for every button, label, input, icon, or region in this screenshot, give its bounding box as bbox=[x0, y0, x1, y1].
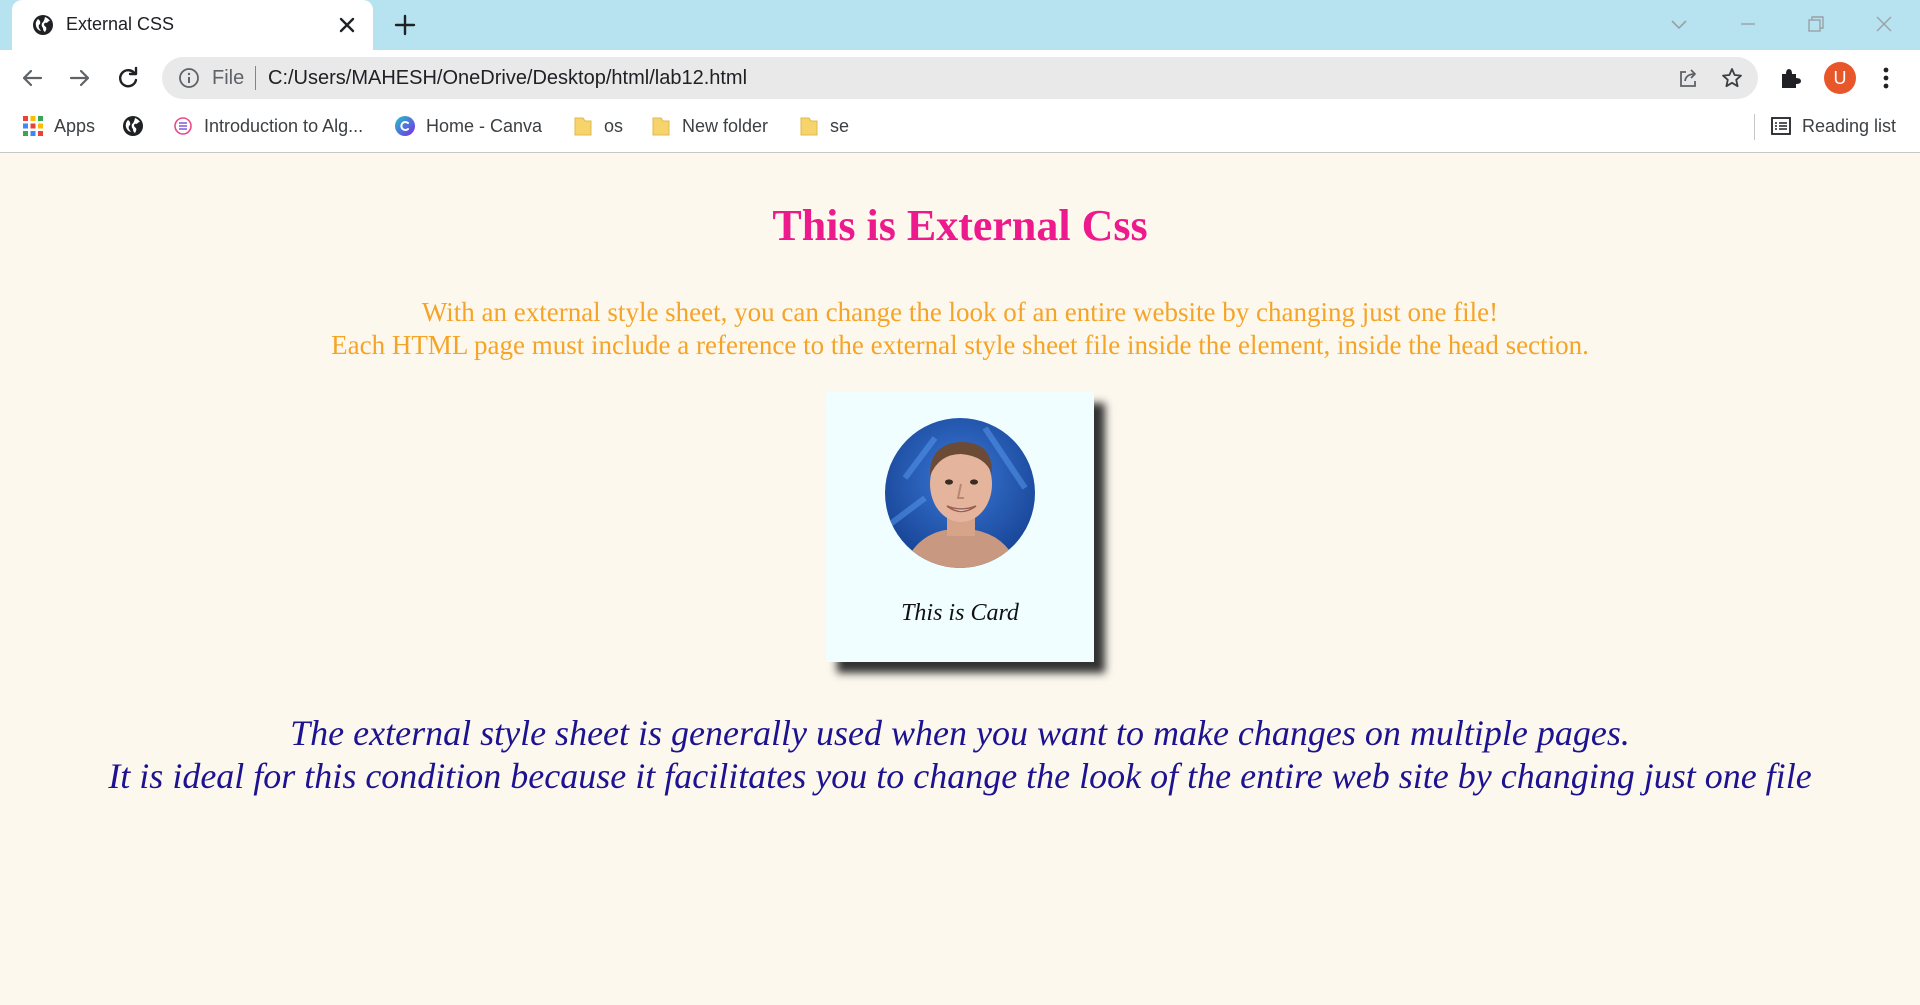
tab-strip: External CSS bbox=[0, 0, 1920, 52]
reading-list-icon bbox=[1771, 117, 1791, 135]
address-separator bbox=[255, 66, 256, 90]
bookmark-apps[interactable]: Apps bbox=[22, 106, 95, 146]
close-window-icon[interactable] bbox=[1872, 12, 1896, 36]
reading-list-button[interactable]: Reading list bbox=[1770, 106, 1896, 146]
url-text[interactable]: C:/Users/MAHESH/OneDrive/Desktop/html/la… bbox=[268, 67, 747, 90]
close-icon[interactable] bbox=[335, 13, 359, 37]
bookmarks-bar: Apps Introduction to Alg... Home - Canva… bbox=[0, 106, 1920, 153]
restore-icon[interactable] bbox=[1804, 12, 1828, 36]
profile-avatar[interactable]: U bbox=[1824, 62, 1856, 94]
bookmark-globe[interactable] bbox=[122, 106, 144, 146]
new-tab-icon[interactable] bbox=[392, 12, 418, 38]
extensions-icon[interactable] bbox=[1776, 64, 1804, 92]
card-profile-photo bbox=[885, 418, 1035, 568]
folder-icon bbox=[652, 117, 670, 136]
card-caption: This is Card bbox=[901, 600, 1019, 626]
minimize-icon[interactable] bbox=[1736, 12, 1760, 36]
info-icon[interactable] bbox=[178, 67, 200, 89]
bookmark-folder-se[interactable]: se bbox=[798, 106, 849, 146]
bookmark-label: New folder bbox=[682, 115, 769, 136]
bookmark-label: Apps bbox=[54, 115, 96, 136]
apps-grid-icon bbox=[23, 116, 43, 136]
bookmark-label: Introduction to Alg... bbox=[204, 115, 364, 136]
closing-note: The external style sheet is generally us… bbox=[0, 712, 1920, 798]
bookmark-folder-os[interactable]: os bbox=[572, 106, 623, 146]
back-icon[interactable] bbox=[18, 64, 46, 92]
bookmark-label: os bbox=[604, 115, 624, 136]
tab-external-css[interactable]: External CSS bbox=[12, 0, 373, 52]
intro-line-1: With an external style sheet, you can ch… bbox=[421, 297, 1499, 327]
scheme-label: File bbox=[212, 67, 245, 89]
bookmark-introduction-to-alg[interactable]: Introduction to Alg... bbox=[172, 106, 363, 146]
page-viewport: This is External Css With an external st… bbox=[0, 154, 1920, 1005]
reading-list-label: Reading list bbox=[1802, 115, 1897, 136]
bookmark-label: Home - Canva bbox=[426, 115, 543, 136]
profile-portrait-image bbox=[885, 418, 1035, 568]
share-icon[interactable] bbox=[1676, 66, 1700, 90]
profile-card: This is Card bbox=[826, 392, 1094, 662]
more-menu-icon[interactable] bbox=[1874, 64, 1898, 92]
browser-toolbar: File C:/Users/MAHESH/OneDrive/Desktop/ht… bbox=[0, 50, 1920, 106]
bookmarks-divider bbox=[1754, 114, 1755, 140]
tab-search-chevron-icon[interactable] bbox=[1667, 12, 1691, 36]
address-bar[interactable]: File C:/Users/MAHESH/OneDrive/Desktop/ht… bbox=[162, 57, 1758, 99]
note-line-1: The external style sheet is generally us… bbox=[290, 713, 1630, 753]
site-icon bbox=[174, 117, 192, 135]
bookmark-folder-new-folder[interactable]: New folder bbox=[650, 106, 768, 146]
folder-icon bbox=[800, 117, 818, 136]
bookmark-home-canva[interactable]: Home - Canva bbox=[394, 106, 542, 146]
bookmark-star-icon[interactable] bbox=[1720, 66, 1744, 90]
page-heading: This is External Css bbox=[772, 201, 1148, 250]
note-line-2: It is ideal for this condition because i… bbox=[108, 756, 1812, 796]
intro-line-2: Each HTML page must include a reference … bbox=[331, 330, 1589, 360]
globe-icon bbox=[33, 15, 53, 35]
globe-icon bbox=[123, 116, 143, 136]
tab-title: External CSS bbox=[66, 14, 175, 34]
bookmark-label: se bbox=[830, 115, 850, 136]
canva-icon bbox=[395, 116, 415, 136]
forward-icon[interactable] bbox=[66, 64, 94, 92]
reload-icon[interactable] bbox=[114, 64, 142, 92]
intro-paragraph: With an external style sheet, you can ch… bbox=[0, 296, 1920, 362]
folder-icon bbox=[574, 117, 592, 136]
